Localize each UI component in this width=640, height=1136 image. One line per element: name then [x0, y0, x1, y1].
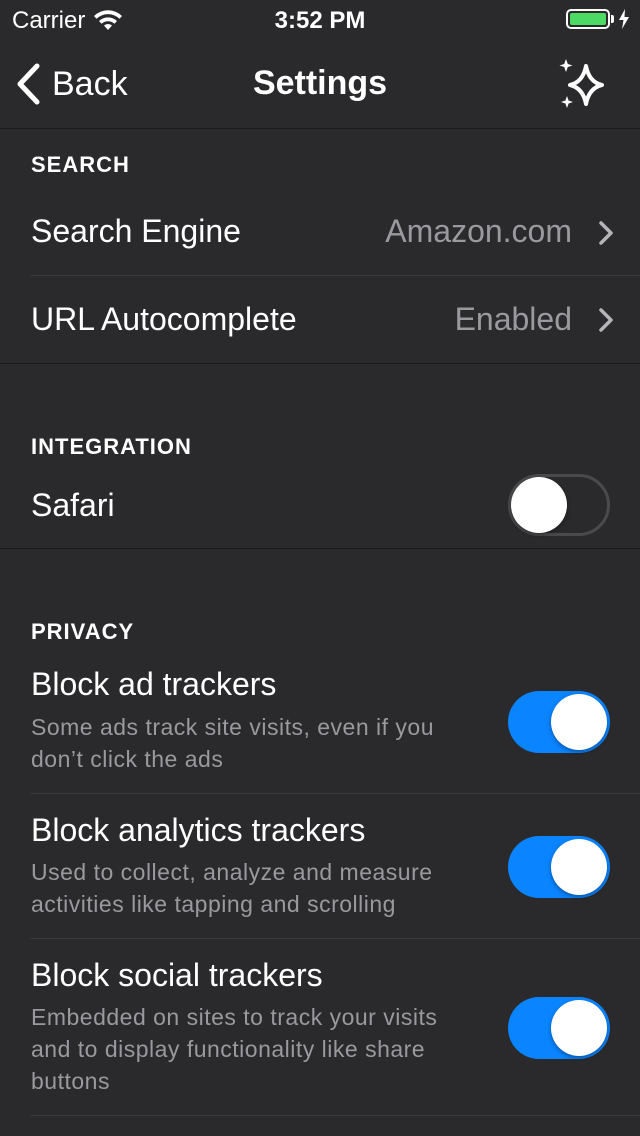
- block-social-trackers-description: Embedded on sites to track your visits a…: [31, 1004, 438, 1094]
- row-divider: [31, 1115, 640, 1116]
- block-analytics-trackers-toggle[interactable]: [508, 836, 610, 898]
- block-social-trackers-label: Block social trackers: [31, 957, 323, 993]
- search-engine-row[interactable]: Search Engine Amazon.com: [0, 188, 640, 276]
- safari-row: Safari: [0, 464, 640, 548]
- status-bar: Carrier 3:52 PM: [0, 0, 640, 40]
- block-analytics-trackers-label: Block analytics trackers: [31, 812, 366, 848]
- battery-icon: [566, 9, 610, 29]
- section-divider: [0, 548, 640, 549]
- chevron-right-icon: [599, 308, 613, 332]
- page-title: Settings: [252, 64, 388, 102]
- url-autocomplete-row[interactable]: URL Autocomplete Enabled: [0, 276, 640, 363]
- navigation-bar: Back Settings: [0, 40, 640, 129]
- section-header-privacy: PRIVACY: [31, 619, 135, 644]
- block-analytics-trackers-description: Used to collect, analyze and measure act…: [31, 859, 433, 917]
- block-ad-trackers-label: Block ad trackers: [31, 666, 277, 702]
- status-time: 3:52 PM: [274, 7, 366, 34]
- safari-toggle[interactable]: [508, 474, 610, 536]
- block-ad-trackers-description: Some ads track site visits, even if you …: [31, 714, 434, 772]
- toggle-knob: [551, 694, 607, 750]
- block-social-trackers-toggle[interactable]: [508, 997, 610, 1059]
- section-divider: [0, 363, 640, 364]
- chevron-right-icon: [599, 221, 613, 245]
- search-engine-value: Amazon.com: [385, 213, 572, 249]
- block-ad-trackers-toggle[interactable]: [508, 691, 610, 753]
- safari-label: Safari: [31, 487, 115, 523]
- section-header-search: SEARCH: [31, 152, 130, 177]
- url-autocomplete-label: URL Autocomplete: [31, 301, 297, 337]
- url-autocomplete-value: Enabled: [454, 301, 572, 337]
- block-analytics-trackers-row: Block analytics trackers Used to collect…: [0, 794, 640, 938]
- block-ad-trackers-row: Block ad trackers Some ads track site vi…: [0, 660, 640, 793]
- toggle-knob: [551, 1000, 607, 1056]
- charging-bolt-icon: [619, 9, 629, 29]
- search-engine-label: Search Engine: [31, 213, 241, 249]
- sparkle-icon: [559, 59, 604, 108]
- block-social-trackers-row: Block social trackers Embedded on sites …: [0, 939, 640, 1115]
- section-header-integration: INTEGRATION: [31, 434, 192, 459]
- battery-indicator: [566, 9, 630, 29]
- toggle-knob: [511, 477, 567, 533]
- toggle-knob: [551, 839, 607, 895]
- sparkle-button[interactable]: [556, 56, 612, 112]
